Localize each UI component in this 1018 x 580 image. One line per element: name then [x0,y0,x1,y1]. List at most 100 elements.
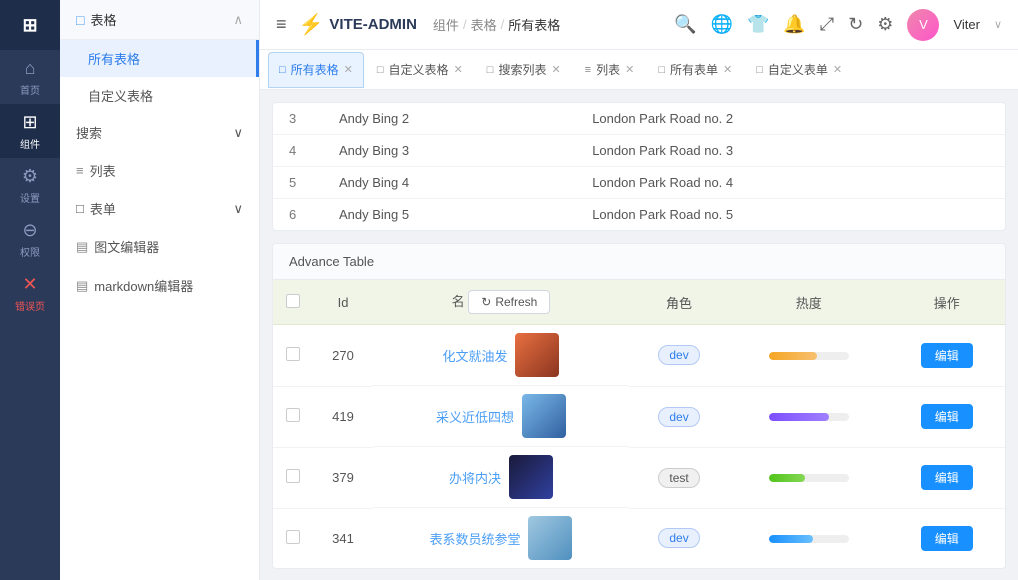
tab-label-custom-forms: 自定义表单 [768,61,828,78]
nav-item-components[interactable]: ⊞ 组件 [0,104,60,158]
image-editor-icon: ▤ [76,239,88,255]
edit-button[interactable]: 编辑 [921,465,973,490]
tab-close-custom-forms[interactable]: ✕ [833,63,842,76]
fullscreen-icon[interactable]: ⤢ [820,14,834,35]
row-checkbox[interactable] [286,530,300,544]
nav-item-permissions[interactable]: ⊖ 权限 [0,212,60,266]
gear-icon[interactable]: ⚙ [877,14,893,35]
tab-close-search-list[interactable]: ✕ [551,63,560,76]
progress-fill [769,352,817,360]
refresh-icon[interactable]: ↻ [848,14,863,35]
table-header-icon: □ [76,12,84,28]
advance-table-title: Advance Table [273,244,1005,280]
tab-custom-forms[interactable]: □ 自定义表单 ✕ [745,52,853,88]
th-id: Id [313,280,373,325]
icon-nav: ⊞ ⌂ 首页 ⊞ 组件 ⚙ 设置 ⊖ 权限 ✕ 错误页 [0,0,60,580]
row-name-link[interactable]: 办将内决 [449,468,501,487]
row-name-link[interactable]: 采义近低四想 [436,407,514,426]
row-checkbox[interactable] [286,469,300,483]
breadcrumb-components[interactable]: 组件 [433,15,459,34]
tab-close-all-forms[interactable]: ✕ [723,63,732,76]
sidebar: □ 表格 ∧ 所有表格 自定义表格 搜索 ∨ ≡ 列表 □ 表单 ∨ ▤ 图文编… [60,0,260,580]
collapse-icon[interactable]: ∧ [233,12,243,28]
cell-name: 采义近低四想 [373,386,629,447]
form-expand-icon: ∨ [233,201,243,217]
cell-address: London Park Road no. 3 [576,135,1005,167]
row-checkbox[interactable] [286,408,300,422]
error-icon: ✕ [22,274,37,295]
refresh-button[interactable]: ↻ Refresh [468,290,550,314]
edit-button[interactable]: 编辑 [921,526,973,551]
tab-search-list[interactable]: □ 搜索列表 ✕ [476,52,572,88]
table-row: 270 化文就油发 dev 编辑 [273,325,1005,387]
globe-icon[interactable]: 🌐 [711,14,733,35]
nav-label-permissions: 权限 [20,244,40,259]
search-icon[interactable]: 🔍 [674,14,696,35]
simple-table-row: 5 Andy Bing 4 London Park Road no. 4 [273,167,1005,199]
table-row: 341 表系数员统参堂 dev 编辑 [273,508,1005,568]
nav-item-error[interactable]: ✕ 错误页 [0,266,60,320]
row-thumbnail [522,394,566,438]
role-badge: test [658,468,699,488]
form-icon: □ [76,201,84,216]
cell-address: London Park Road no. 2 [576,103,1005,135]
cell-id: 379 [313,447,373,508]
cell-role: dev [629,325,729,387]
cell-address: London Park Road no. 4 [576,167,1005,199]
simple-table: 3 Andy Bing 2 London Park Road no. 2 4 A… [272,102,1006,231]
tab-close-all-tables[interactable]: ✕ [344,63,353,76]
markdown-icon: ▤ [76,278,88,294]
sidebar-item-custom-tables[interactable]: 自定义表格 [60,77,259,114]
sidebar-item-list[interactable]: ≡ 列表 [60,151,259,190]
tab-label-search-list: 搜索列表 [498,61,546,78]
tab-label-all-tables: 所有表格 [291,61,339,78]
tab-close-list[interactable]: ✕ [625,63,634,76]
user-dropdown-icon[interactable]: ∨ [994,18,1002,31]
sidebar-item-markdown[interactable]: ▤ markdown编辑器 [60,266,259,305]
cell-role: test [629,447,729,508]
bell-icon[interactable]: 🔔 [783,14,805,35]
cell-name: 化文就油发 [373,325,629,386]
content-area: 3 Andy Bing 2 London Park Road no. 2 4 A… [260,90,1018,580]
simple-table-row: 3 Andy Bing 2 London Park Road no. 2 [273,103,1005,135]
breadcrumb-table[interactable]: 表格 [471,15,497,34]
cell-heat [729,386,888,447]
progress-bar [769,535,849,543]
menu-toggle-icon[interactable]: ≡ [276,14,287,35]
tab-close-custom-tables[interactable]: ✕ [454,63,463,76]
settings-icon: ⚙ [22,166,38,187]
tab-all-forms[interactable]: □ 所有表单 ✕ [647,52,743,88]
components-icon: ⊞ [22,112,37,133]
tab-all-tables[interactable]: □ 所有表格 ✕ [268,52,364,88]
nav-item-home[interactable]: ⌂ 首页 [0,50,60,104]
tab-list[interactable]: ≡ 列表 ✕ [574,52,646,88]
sidebar-table-label: 表格 [90,10,116,29]
cell-checkbox [273,447,313,508]
cell-name: Andy Bing 4 [323,167,576,199]
breadcrumb-current: 所有表格 [508,15,560,34]
row-name-link[interactable]: 化文就油发 [442,346,507,365]
edit-button[interactable]: 编辑 [921,404,973,429]
breadcrumb: 组件 / 表格 / 所有表格 [433,15,560,34]
tab-label-list: 列表 [596,61,620,78]
tab-icon-custom-forms: □ [756,64,763,76]
shirt-icon[interactable]: 👕 [747,14,769,35]
tab-icon-search-list: □ [487,64,494,76]
row-name-link[interactable]: 表系数员统参堂 [429,529,520,548]
header-checkbox[interactable] [286,294,300,308]
brand: ⚡ VITE-ADMIN [299,12,417,37]
sidebar-form-header[interactable]: □ 表单 ∨ [60,190,259,227]
sidebar-item-image-editor[interactable]: ▤ 图文编辑器 [60,227,259,266]
edit-button[interactable]: 编辑 [921,343,973,368]
cell-checkbox [273,386,313,447]
cell-name: Andy Bing 3 [323,135,576,167]
row-checkbox[interactable] [286,347,300,361]
nav-item-settings[interactable]: ⚙ 设置 [0,158,60,212]
sidebar-item-all-tables[interactable]: 所有表格 [60,40,259,77]
avatar[interactable]: V [907,9,939,41]
tab-custom-tables[interactable]: □ 自定义表格 ✕ [366,52,474,88]
user-name[interactable]: Viter [953,17,980,32]
row-thumbnail [509,455,553,499]
sidebar-search-header[interactable]: 搜索 ∨ [60,114,259,151]
sidebar-table-header[interactable]: □ 表格 ∧ [60,0,259,40]
